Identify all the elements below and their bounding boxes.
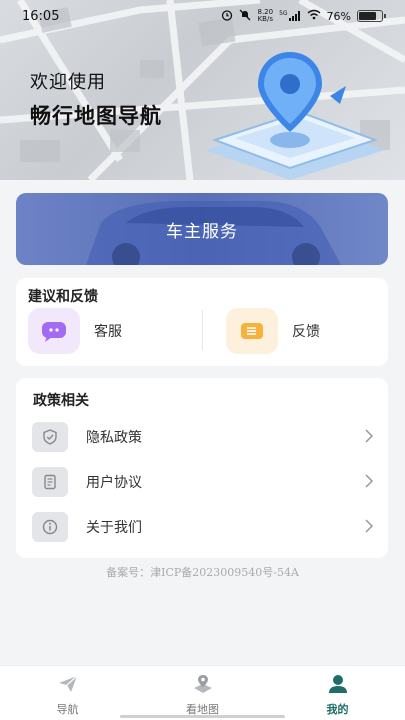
signal-icon: 5G [279,11,300,21]
map-pin-icon [192,674,214,698]
customer-service-label: 客服 [94,324,122,340]
feedback-card: 建议和反馈 客服 反馈 [16,278,388,366]
feedback-title: 建议和反馈 [28,289,98,305]
status-time: 16:05 [22,8,60,24]
tab-mine[interactable]: 我的 [270,666,405,720]
car-service-label: 车主服务 [166,221,238,242]
policy-card: 政策相关 隐私政策 用户协议 关于我们 [16,378,388,558]
chat-bubble-icon [28,308,80,354]
about-us-label: 关于我们 [86,520,142,536]
alarm-icon [221,9,233,24]
wifi-icon [307,9,321,23]
privacy-policy-item[interactable]: 隐私政策 [32,420,374,454]
feedback-label: 反馈 [292,324,320,340]
network-type: 5G [279,10,288,17]
icp-record: 备案号：津ICP备2023009540号-54A [106,566,299,579]
car-service-banner[interactable]: 车主服务 [16,193,388,265]
paper-plane-icon [57,674,79,698]
chevron-right-icon [364,428,374,447]
network-speed: 8.20 KB/s [257,9,273,23]
customer-service-button[interactable]: 客服 [28,308,122,354]
divider [202,310,203,350]
home-indicator[interactable] [120,715,285,718]
user-agreement-item[interactable]: 用户协议 [32,465,374,499]
status-bar: 16:05 8.20 KB/s 5G 76% [0,0,405,32]
document-icon [32,467,68,497]
battery-percent: 76% [326,9,351,23]
hero-welcome-text: 欢迎使用 [30,72,106,93]
hero-banner: 16:05 8.20 KB/s 5G 76% 欢迎使用 畅行地图导航 [0,0,405,180]
chevron-right-icon [364,518,374,537]
mute-bell-icon [239,9,251,24]
shield-icon [32,422,68,452]
policy-title: 政策相关 [33,393,89,409]
feedback-note-icon [226,308,278,354]
tab-view-map[interactable]: 看地图 [135,666,270,720]
bottom-nav: 导航 看地图 我的 [0,665,405,720]
tab-navigation[interactable]: 导航 [0,666,135,720]
network-speed-unit: KB/s [257,15,273,23]
location-pin-platform-illustration [205,52,385,180]
tab-mine-label: 我的 [326,703,349,716]
person-icon [327,674,349,698]
user-agreement-label: 用户协议 [86,475,142,491]
chevron-right-icon [364,473,374,492]
about-us-item[interactable]: 关于我们 [32,510,374,544]
tab-navigation-label: 导航 [56,703,79,716]
privacy-policy-label: 隐私政策 [86,430,142,446]
battery-icon [357,10,386,22]
hero-app-name: 畅行地图导航 [30,104,162,128]
info-icon [32,512,68,542]
feedback-button[interactable]: 反馈 [226,308,320,354]
